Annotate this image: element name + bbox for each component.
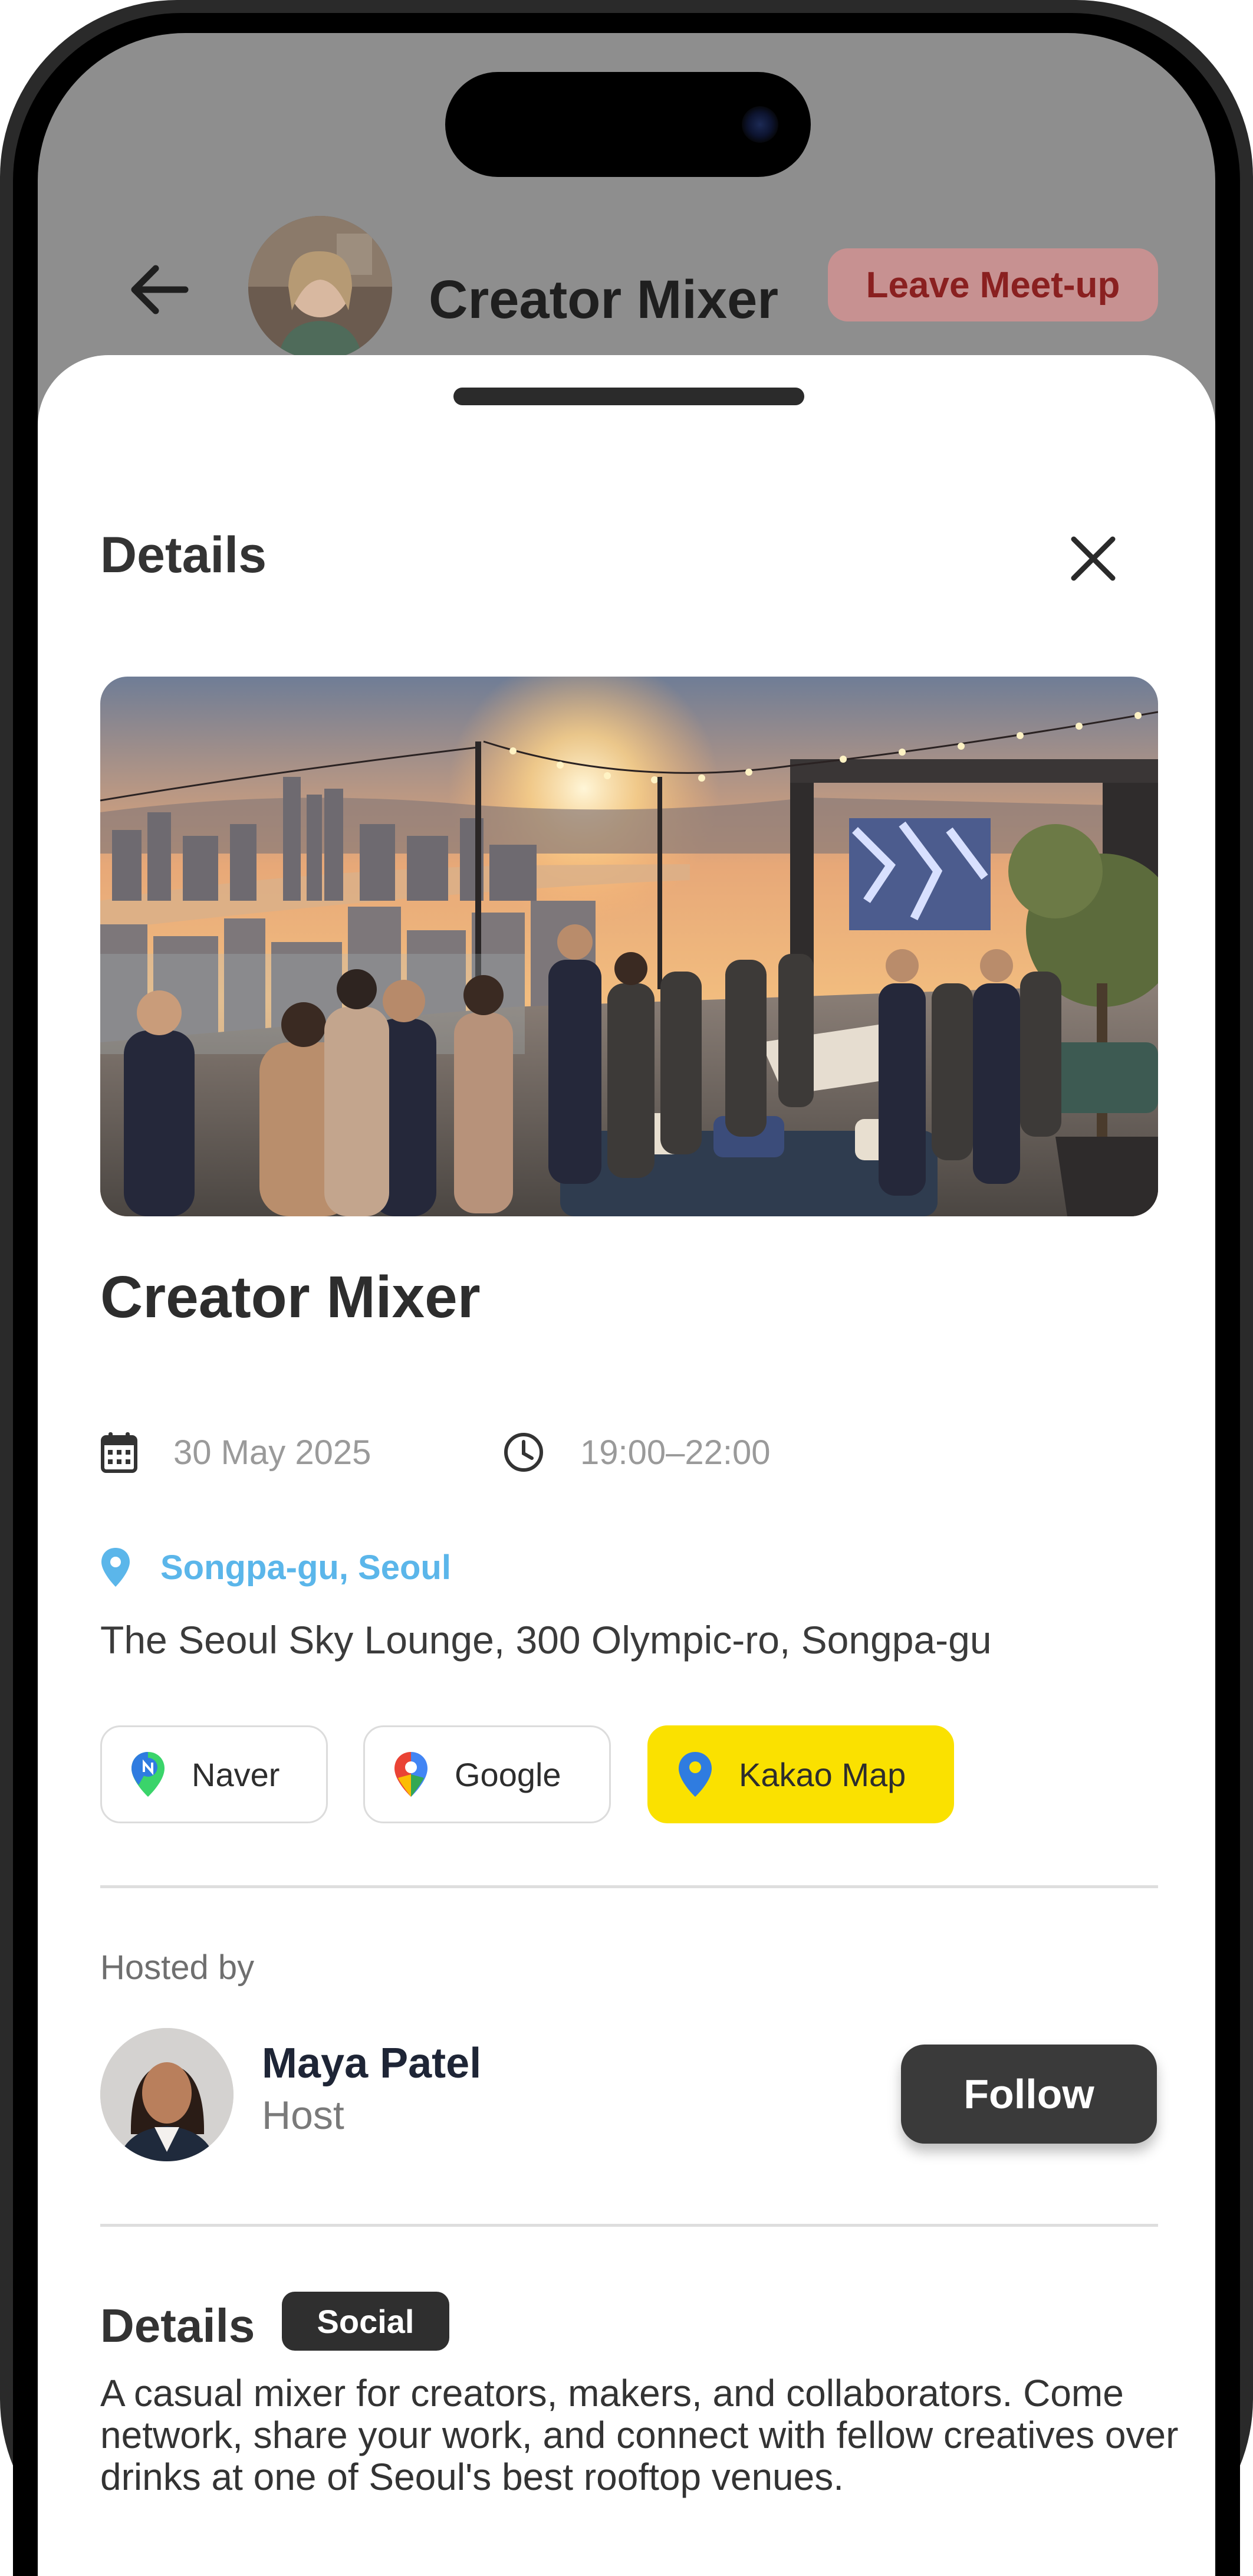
front-camera [742, 106, 778, 143]
event-description: A casual mixer for creators, makers, and… [100, 2372, 1179, 2498]
screen: Creator Mixer Leave Meet-up Details Crea… [38, 33, 1215, 2576]
sheet-title: Details [100, 527, 267, 583]
divider [100, 1885, 1158, 1888]
naver-label: Naver [192, 1755, 280, 1793]
calendar-icon [101, 1432, 137, 1473]
host-role: Host [262, 2093, 344, 2138]
sheet-handle[interactable] [453, 388, 804, 405]
kakao-map-button[interactable]: Kakao Map [647, 1725, 954, 1823]
host-avatar[interactable] [100, 2028, 234, 2161]
details-heading: Details [100, 2299, 255, 2352]
kakao-pin-icon [679, 1752, 712, 1797]
event-hero-image [100, 677, 1158, 1216]
group-avatar[interactable] [248, 216, 392, 360]
event-date: 30 May 2025 [173, 1433, 371, 1472]
google-label: Google [455, 1755, 561, 1793]
date-row: 30 May 2025 [100, 1423, 371, 1482]
divider [100, 2224, 1158, 2227]
details-sheet: Details Creator Mixer 30 May 2025 19:00–… [38, 355, 1215, 2576]
chat-title: Creator Mixer [429, 270, 779, 330]
leave-meetup-button[interactable]: Leave Meet-up [828, 248, 1158, 321]
naver-pin-icon [131, 1752, 165, 1797]
dynamic-island [445, 72, 811, 177]
follow-button[interactable]: Follow [901, 2045, 1157, 2144]
hosted-by-label: Hosted by [100, 1948, 255, 1987]
location-area: Songpa-gu, Seoul [160, 1548, 451, 1587]
location-pin-icon [101, 1548, 130, 1587]
event-address: The Seoul Sky Lounge, 300 Olympic-ro, So… [100, 1618, 992, 1662]
kakao-label: Kakao Map [739, 1755, 906, 1793]
back-arrow-icon[interactable] [126, 260, 191, 319]
google-map-button[interactable]: Google [363, 1725, 611, 1823]
location-row[interactable]: Songpa-gu, Seoul [100, 1541, 451, 1594]
google-maps-icon [394, 1752, 427, 1797]
event-time: 19:00–22:00 [580, 1433, 771, 1472]
host-name[interactable]: Maya Patel [262, 2039, 481, 2088]
event-title: Creator Mixer [100, 1264, 481, 1330]
phone-frame: Creator Mixer Leave Meet-up Details Crea… [0, 0, 1253, 2576]
time-row: 19:00–22:00 [502, 1423, 771, 1482]
close-icon[interactable] [1061, 526, 1126, 591]
category-tag: Social [282, 2292, 449, 2351]
clock-icon [504, 1433, 543, 1472]
naver-map-button[interactable]: Naver [100, 1725, 328, 1823]
